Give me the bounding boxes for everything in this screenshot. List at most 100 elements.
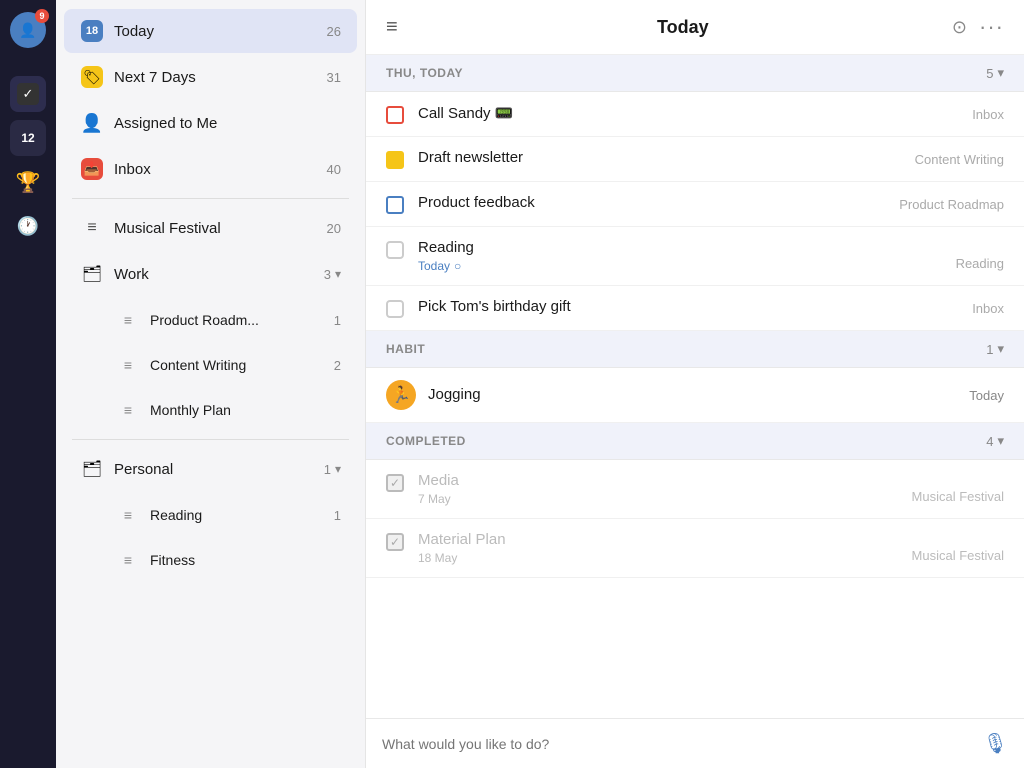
chevron-down-icon-habit[interactable]: ▾	[997, 341, 1004, 357]
section-thu-today: THU, TODAY 5 ▾	[366, 55, 1024, 92]
task-project-call-sandy: Inbox	[972, 107, 1004, 124]
inbox-count: 40	[327, 162, 341, 177]
task-checkbox-draft-newsletter[interactable]	[386, 151, 404, 169]
task-title-media: Media	[418, 472, 459, 489]
task-content-media: Media 7 May	[418, 472, 912, 506]
task-date-material-plan: 18 May	[418, 551, 912, 565]
product-roadmap-icon: ≡	[116, 308, 140, 332]
task-jogging[interactable]: 🏃 Jogging Today	[366, 368, 1024, 423]
section-completed-count: 4 ▾	[986, 433, 1004, 449]
work-chevron[interactable]: ▾	[335, 267, 341, 281]
section-completed: COMPLETED 4 ▾	[366, 423, 1024, 460]
inbox-icon: 📥	[80, 157, 104, 181]
sidebar-item-product-roadmap[interactable]: ≡ Product Roadm... 1	[100, 298, 357, 342]
task-project-pick-gift: Inbox	[972, 301, 1004, 318]
nav-tasks[interactable]: ✓	[10, 76, 46, 112]
task-content-draft-newsletter: Draft newsletter	[418, 149, 915, 167]
task-input[interactable]	[382, 736, 983, 752]
nav-badge[interactable]: 12	[10, 120, 46, 156]
chevron-down-icon[interactable]: ▾	[997, 65, 1004, 81]
nav-clock[interactable]: 🕐	[10, 208, 46, 244]
content-writing-icon: ≡	[116, 353, 140, 377]
section-thu-today-count: 5 ▾	[986, 65, 1004, 81]
task-checkbox-call-sandy[interactable]	[386, 106, 404, 124]
sidebar-item-next7days[interactable]: 🏷 Next 7 Days 31	[64, 55, 357, 99]
main-header: ≡ Today ⊙ ···	[366, 0, 1024, 55]
section-thu-today-label: THU, TODAY	[386, 66, 986, 80]
task-title-pick-gift: Pick Tom's birthday gift	[418, 298, 571, 315]
next7days-count: 31	[327, 70, 341, 85]
fitness-label: Fitness	[150, 552, 341, 568]
monthly-plan-label: Monthly Plan	[150, 402, 341, 418]
task-pick-gift[interactable]: Pick Tom's birthday gift Inbox	[366, 286, 1024, 331]
content-writing-count: 2	[334, 358, 341, 373]
task-content-material-plan: Material Plan 18 May	[418, 531, 912, 565]
check-icon: ✓	[17, 83, 39, 105]
sidebar-divider-2	[72, 439, 349, 440]
task-content-call-sandy: Call Sandy 📟	[418, 104, 972, 123]
content-writing-label: Content Writing	[150, 357, 326, 373]
sidebar-item-musical-festival[interactable]: ≡ Musical Festival 20	[64, 206, 357, 250]
task-project-material-plan: Musical Festival	[912, 548, 1004, 565]
musical-festival-icon: ≡	[80, 216, 104, 240]
task-checkbox-pick-gift[interactable]	[386, 300, 404, 318]
task-content-reading: Reading Today ○	[418, 239, 956, 273]
today-count: 26	[327, 24, 341, 39]
task-draft-newsletter[interactable]: Draft newsletter Content Writing	[366, 137, 1024, 182]
sidebar-item-today[interactable]: 18 Today 26	[64, 9, 357, 53]
task-title-reading: Reading	[418, 239, 474, 256]
task-reading[interactable]: Reading Today ○ Reading	[366, 227, 1024, 286]
mic-icon[interactable]: 🎙	[983, 731, 1008, 756]
task-project-product-feedback: Product Roadmap	[899, 197, 1004, 214]
task-project-reading: Reading	[956, 256, 1004, 273]
sidebar-item-work[interactable]: 🗂 Work 3 ▾	[64, 252, 357, 296]
monthly-plan-icon: ≡	[116, 398, 140, 422]
sidebar-item-content-writing[interactable]: ≡ Content Writing 2	[100, 343, 357, 387]
avatar-badge: 9	[35, 9, 49, 23]
sidebar-divider-1	[72, 198, 349, 199]
next7days-badge: 🏷	[81, 66, 103, 88]
task-title-call-sandy: Call Sandy 📟	[418, 105, 513, 122]
task-subtitle-reading: Today ○	[418, 259, 956, 273]
more-icon[interactable]: ···	[979, 14, 1004, 40]
next7days-icon: 🏷	[80, 65, 104, 89]
fitness-icon: ≡	[116, 548, 140, 572]
task-material-plan[interactable]: Material Plan 18 May Musical Festival	[366, 519, 1024, 578]
nav-star[interactable]: 🏆	[10, 164, 46, 200]
task-date-media: 7 May	[418, 492, 912, 506]
task-call-sandy[interactable]: Call Sandy 📟 Inbox	[366, 92, 1024, 137]
personal-children: ≡ Reading 1 ≡ Fitness	[56, 492, 365, 583]
sidebar-item-personal[interactable]: 🗂 Personal 1 ▾	[64, 447, 357, 491]
reading-label: Reading	[150, 507, 326, 523]
sidebar-item-fitness[interactable]: ≡ Fitness	[100, 538, 357, 582]
avatar[interactable]: 👤 9	[10, 12, 46, 48]
task-checkbox-reading[interactable]	[386, 241, 404, 259]
task-checkbox-media[interactable]	[386, 474, 404, 492]
assigned-label: Assigned to Me	[114, 115, 341, 132]
reading-count: 1	[334, 508, 341, 523]
avatar-initials: 👤	[19, 22, 36, 39]
sidebar-item-monthly-plan[interactable]: ≡ Monthly Plan	[100, 388, 357, 432]
next7days-label: Next 7 Days	[114, 69, 319, 86]
musical-festival-count: 20	[327, 221, 341, 236]
sidebar-item-reading[interactable]: ≡ Reading 1	[100, 493, 357, 537]
personal-label: Personal	[114, 461, 316, 478]
task-product-feedback[interactable]: Product feedback Product Roadmap	[366, 182, 1024, 227]
today-badge: 18	[81, 20, 103, 42]
task-checkbox-material-plan[interactable]	[386, 533, 404, 551]
sidebar-item-inbox[interactable]: 📥 Inbox 40	[64, 147, 357, 191]
task-media[interactable]: Media 7 May Musical Festival	[366, 460, 1024, 519]
personal-chevron[interactable]: ▾	[335, 462, 341, 476]
jogging-icon: 🏃	[386, 380, 416, 410]
icon-bar: 👤 9 ✓ 12 🏆 🕐	[0, 0, 56, 768]
target-icon[interactable]: ⊙	[952, 17, 967, 38]
chevron-down-icon-completed[interactable]: ▾	[997, 433, 1004, 449]
jogging-today: Today	[969, 388, 1004, 403]
task-content-jogging: Jogging	[428, 386, 969, 404]
work-label: Work	[114, 266, 316, 283]
sidebar-item-assigned[interactable]: 👤 Assigned to Me	[64, 101, 357, 145]
reading-icon: ≡	[116, 503, 140, 527]
task-title-jogging: Jogging	[428, 386, 481, 403]
menu-icon[interactable]: ≡	[386, 16, 398, 39]
task-checkbox-product-feedback[interactable]	[386, 196, 404, 214]
